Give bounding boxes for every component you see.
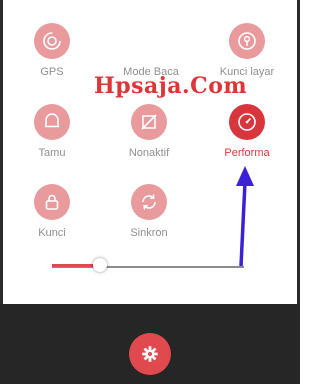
tile-gps[interactable]: GPS [2,23,102,103]
gps-icon [34,23,70,59]
tile-disable[interactable]: Nonaktif [99,104,199,184]
sync-icon [131,184,167,220]
gear-icon [142,346,158,362]
slash-icon [131,104,167,140]
screen-frame-left [0,0,3,304]
tile-performance[interactable]: Performa [197,104,297,184]
performance-icon [229,104,265,140]
quick-settings-panel: GPS Mode Baca Kunci layar Tamu Nonaktif … [0,0,300,304]
tile-label: GPS [40,66,64,78]
tile-sync[interactable]: Sinkron [99,184,199,264]
watermark: Hpsaja.Com [94,73,248,99]
lock-icon [34,184,70,220]
screen-frame-right [297,0,300,304]
tile-label: Performa [224,147,270,159]
tile-label: Sinkron [130,227,168,239]
tile-label: Nonaktif [128,147,170,159]
screen-lock-icon [229,23,265,59]
guest-icon [34,104,70,140]
bottom-bar [0,304,300,384]
settings-button[interactable] [129,333,171,375]
tile-label: Kunci [38,227,66,239]
slider-knob[interactable] [93,258,107,272]
tile-label: Tamu [38,147,66,159]
tile-lock[interactable]: Kunci [2,184,102,264]
tile-guest[interactable]: Tamu [2,104,102,184]
